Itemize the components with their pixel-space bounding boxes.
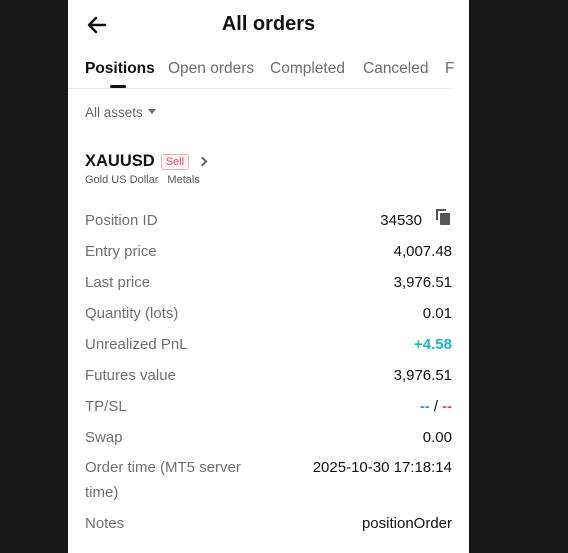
symbol: XAUUSD — [85, 152, 155, 170]
entry-price-value: 4,007.48 — [393, 243, 452, 260]
unrealized-pnl-label: Unrealized PnL — [85, 336, 188, 353]
orders-panel: All orders Positions Open orders Complet… — [68, 0, 469, 553]
side-badge: Sell — [160, 153, 190, 170]
divider — [68, 88, 453, 89]
instrument-subtitle: Gold US Dollar Metals — [85, 174, 200, 186]
header: All orders — [68, 0, 469, 50]
unrealized-pnl-value: +4.58 — [414, 336, 452, 353]
tpsl-separator: / — [433, 398, 438, 415]
page-title: All orders — [221, 13, 316, 35]
swap-label: Swap — [85, 429, 123, 446]
chevron-right-icon — [197, 156, 208, 167]
tab-canceled[interactable]: Canceled — [363, 60, 429, 78]
tab-bar: Positions Open orders Completed Canceled… — [68, 56, 469, 90]
tpsl-label: TP/SL — [85, 398, 127, 415]
futures-value-label: Futures value — [85, 367, 176, 384]
instrument-link[interactable]: XAUUSD Sell — [85, 152, 208, 171]
asset-filter-label: All assets — [85, 105, 143, 120]
sl-value: -- — [442, 398, 452, 415]
tp-value: -- — [419, 398, 430, 415]
tab-positions[interactable]: Positions — [85, 60, 155, 78]
order-time-value: 2025-10-30 17:18:14 — [312, 459, 452, 476]
caret-down-icon — [147, 109, 156, 114]
tab-open-orders[interactable]: Open orders — [168, 60, 254, 78]
copy-icon[interactable] — [436, 209, 452, 225]
position-id-label: Position ID — [85, 212, 158, 229]
tpsl-value[interactable]: -- / -- — [420, 398, 452, 415]
futures-value-value: 3,976.51 — [393, 367, 452, 384]
asset-filter-dropdown[interactable]: All assets — [85, 105, 156, 120]
notes-value: positionOrder — [361, 515, 452, 532]
swap-value: 0.00 — [422, 429, 452, 446]
entry-price-label: Entry price — [85, 243, 157, 260]
tab-more[interactable]: F — [445, 60, 454, 78]
quantity-value: 0.01 — [422, 305, 452, 322]
last-price-value: 3,976.51 — [393, 274, 452, 291]
order-time-label: Order time (MT5 server time) — [85, 459, 241, 501]
quantity-label: Quantity (lots) — [85, 305, 179, 322]
tab-completed[interactable]: Completed — [270, 60, 345, 78]
instrument-name: Gold US Dollar — [85, 174, 159, 186]
instrument-category: Metals — [167, 174, 200, 186]
position-id-value: 34530 — [380, 212, 422, 229]
last-price-label: Last price — [85, 274, 151, 291]
notes-label: Notes — [85, 515, 125, 532]
